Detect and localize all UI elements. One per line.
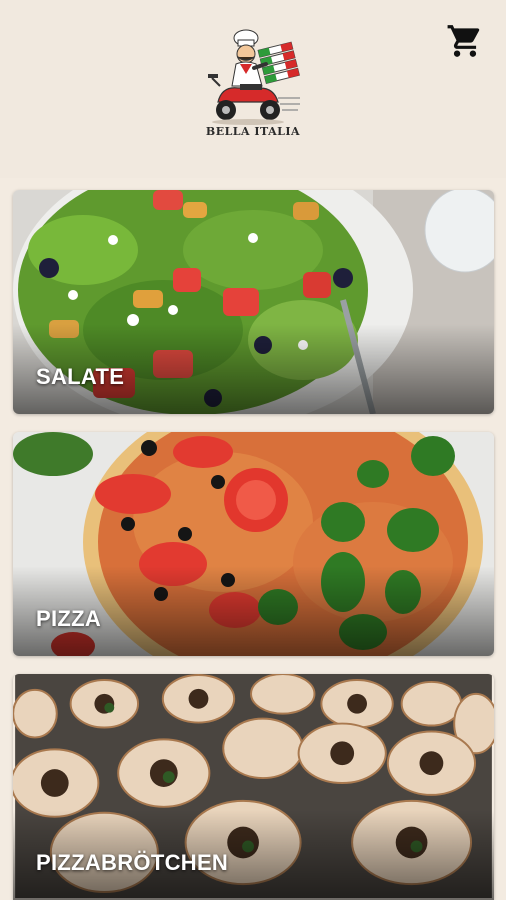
shopping-cart-icon[interactable] [446,22,484,60]
app-header: BELLA ITALIA [0,0,506,178]
category-label-pizzabroetchen: PIZZABRÖTCHEN [36,850,229,875]
category-card-pizzabroetchen[interactable]: PIZZABRÖTCHEN [13,674,494,900]
category-label-pizza: PIZZA [36,606,102,631]
brand-name: BELLA ITALIA [205,125,301,138]
category-card-salate[interactable]: SALATE [13,190,494,414]
category-card-pizza[interactable]: PIZZA [13,432,494,656]
category-label-salate: SALATE [36,364,125,389]
